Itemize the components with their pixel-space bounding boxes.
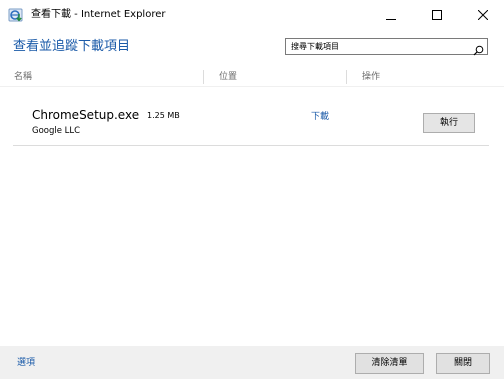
download-row[interactable]: ChromeSetup.exe 1.25 MB Google LLC 下載 執行: [13, 96, 489, 146]
search-icon[interactable]: [473, 41, 484, 56]
close-button[interactable]: 關閉: [436, 353, 490, 374]
column-header-name[interactable]: 名稱: [14, 71, 32, 83]
close-window-button[interactable]: [460, 0, 504, 28]
window-title: 查看下載 - Internet Explorer: [31, 9, 166, 20]
title-bar: 查看下載 - Internet Explorer: [0, 0, 504, 30]
header-divider: [0, 86, 504, 87]
search-input[interactable]: 搜尋下載項目: [285, 38, 488, 56]
publisher-name: Google LLC: [32, 126, 81, 136]
minimize-icon: [386, 5, 396, 24]
search-placeholder: 搜尋下載項目: [291, 42, 339, 51]
column-divider: [203, 70, 204, 84]
clear-list-button[interactable]: 清除清單: [355, 353, 424, 374]
file-size: 1.25 MB: [147, 111, 180, 120]
maximize-button[interactable]: [414, 0, 460, 28]
file-name: ChromeSetup.exe: [32, 108, 140, 122]
run-button[interactable]: 執行: [423, 113, 475, 133]
options-link[interactable]: 選項: [17, 357, 35, 369]
footer-bar: 選項 清除清單 關閉: [0, 346, 504, 379]
close-icon: [477, 5, 489, 24]
ie-downloads-icon: [8, 7, 24, 23]
maximize-icon: [432, 5, 442, 24]
column-divider: [346, 70, 347, 84]
page-heading: 查看並追蹤下載項目: [13, 39, 131, 54]
minimize-button[interactable]: [368, 0, 414, 28]
location-link[interactable]: 下載: [311, 111, 329, 123]
column-header-actions[interactable]: 操作: [362, 71, 380, 83]
column-header-location[interactable]: 位置: [219, 71, 237, 83]
